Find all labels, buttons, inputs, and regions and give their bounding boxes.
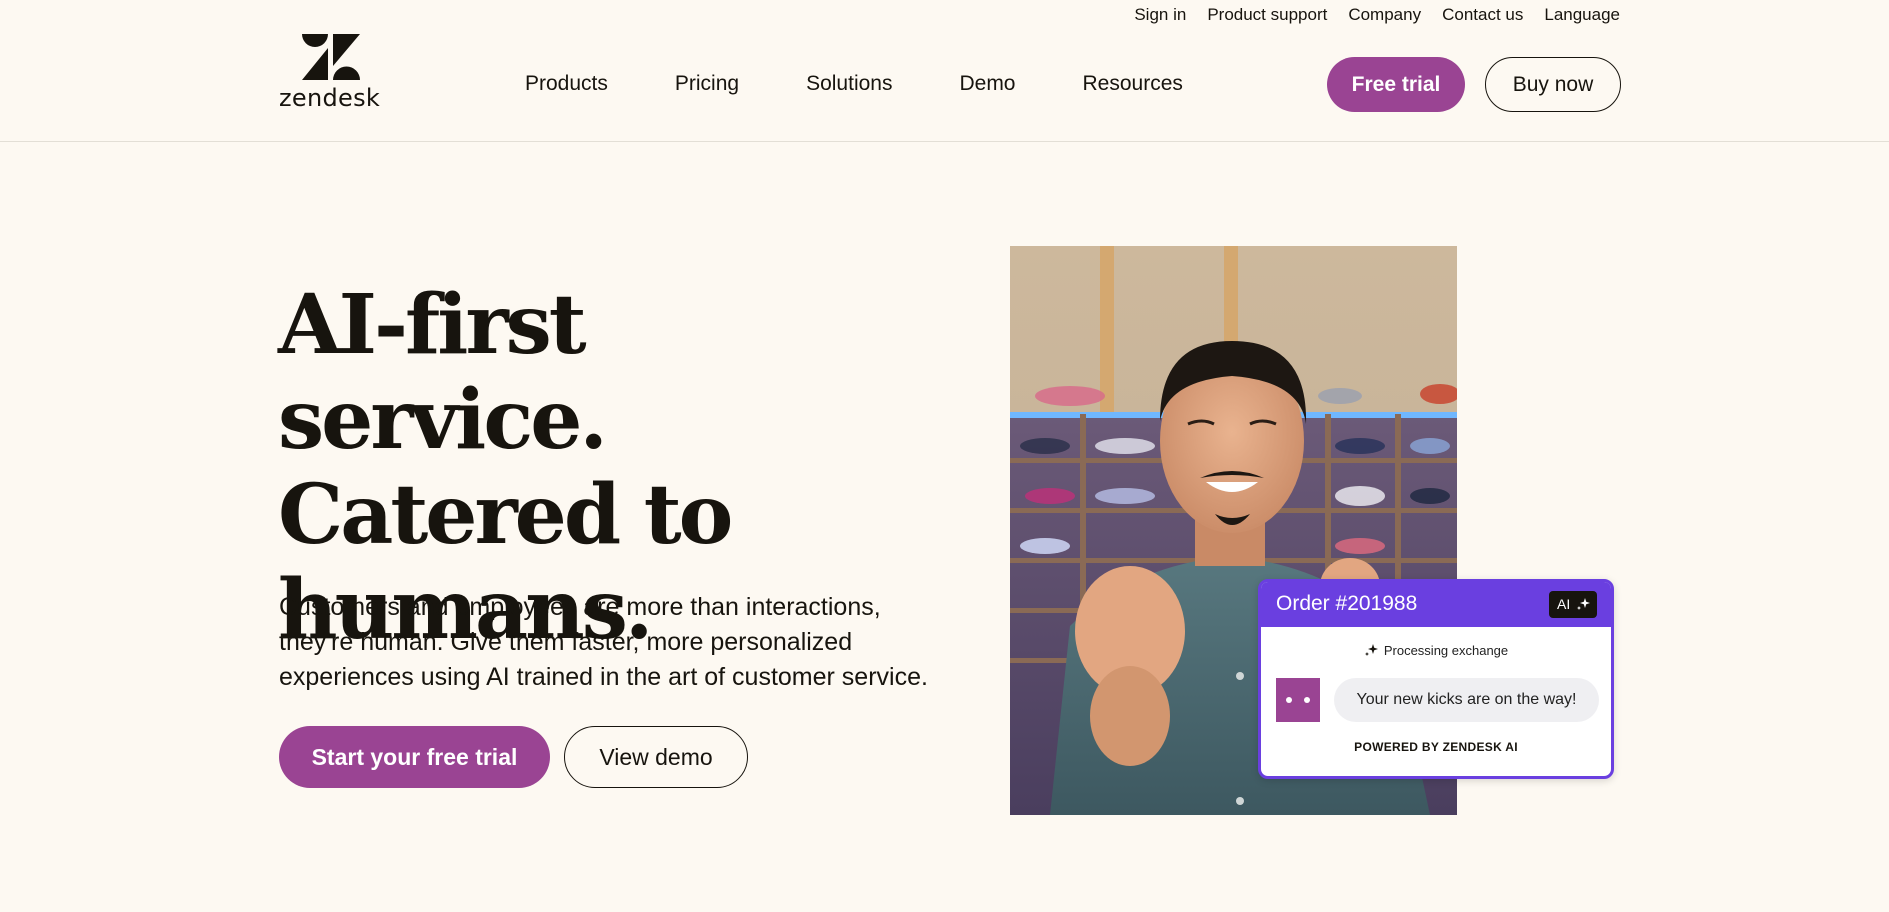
processing-status: Processing exchange <box>1261 643 1611 659</box>
utility-nav: Sign in Product support Company Contact … <box>1134 5 1620 25</box>
nav-item-products[interactable]: Products <box>525 72 608 96</box>
logo-wordmark: zendesk <box>279 84 381 112</box>
view-demo-button[interactable]: View demo <box>564 726 748 788</box>
zendesk-logo[interactable]: zendesk <box>279 34 387 112</box>
powered-by-label: POWERED BY ZENDESK AI <box>1354 740 1518 754</box>
nav-item-demo[interactable]: Demo <box>959 72 1015 96</box>
nav-item-resources[interactable]: Resources <box>1083 72 1183 96</box>
bot-eye-left <box>1286 697 1292 703</box>
processing-status-label: Processing exchange <box>1383 643 1509 658</box>
ai-badge-label: AI <box>1557 596 1571 612</box>
order-card: Order #201988 AI Processing exchange You… <box>1258 579 1614 779</box>
bot-avatar-icon <box>1276 678 1320 722</box>
utility-link-product-support[interactable]: Product support <box>1207 5 1327 25</box>
sparkle-icon <box>1364 644 1378 656</box>
start-free-trial-button[interactable]: Start your free trial <box>279 726 550 788</box>
utility-link-company[interactable]: Company <box>1348 5 1421 25</box>
order-card-header: Order #201988 AI <box>1261 582 1611 627</box>
utility-link-sign-in[interactable]: Sign in <box>1134 5 1186 25</box>
main-nav: Products Pricing Solutions Demo Resource… <box>525 72 1183 96</box>
nav-item-solutions[interactable]: Solutions <box>806 72 892 96</box>
nav-item-pricing[interactable]: Pricing <box>675 72 739 96</box>
utility-link-language[interactable]: Language <box>1544 5 1620 25</box>
buy-now-button[interactable]: Buy now <box>1485 57 1621 112</box>
bot-eye-right <box>1304 697 1310 703</box>
sparkle-icon <box>1577 598 1590 610</box>
free-trial-button[interactable]: Free trial <box>1327 57 1465 112</box>
hero-subtitle: Customers and employees are more than in… <box>279 593 928 691</box>
ai-badge: AI <box>1549 591 1597 618</box>
utility-link-contact-us[interactable]: Contact us <box>1442 5 1523 25</box>
site-header: zendesk Sign in Product support Company … <box>0 0 1889 142</box>
hero-title-line-1: AI-first service. <box>278 277 608 468</box>
zendesk-logo-icon <box>302 34 360 80</box>
order-title: Order #201988 <box>1276 592 1418 615</box>
hero-title-line-2: Catered to <box>278 467 733 563</box>
message-bubble: Your new kicks are on the way! <box>1334 678 1599 722</box>
